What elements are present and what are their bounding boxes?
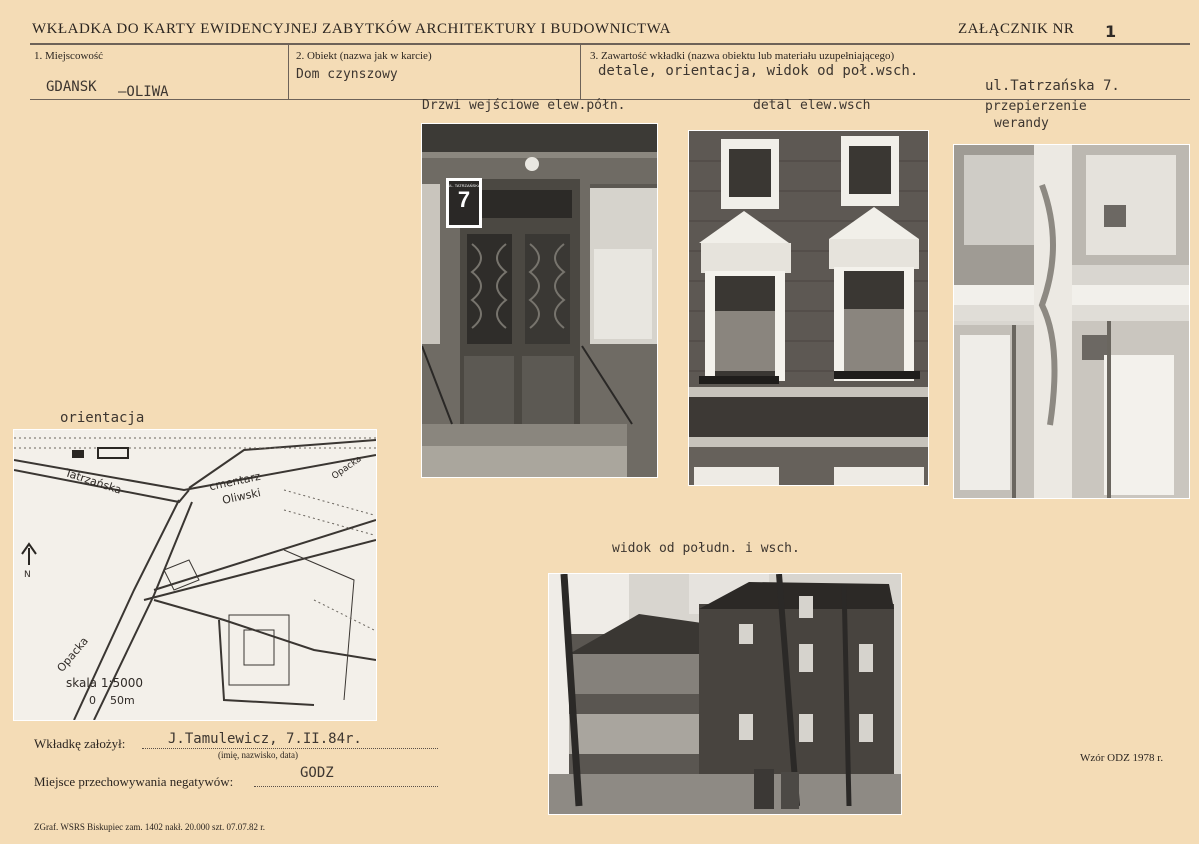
founded-value: J.Tamulewicz, 7.II.84r. bbox=[168, 731, 362, 747]
map-scale-bar: 0 50m bbox=[89, 694, 135, 707]
photo-veranda-partition bbox=[954, 145, 1189, 498]
contents-value: detale, orientacja, widok od poł.wsch. bbox=[598, 63, 919, 79]
photo-entrance-door: UL. TATRZAŃSKA 7 bbox=[422, 124, 657, 477]
form-title: WKŁADKA DO KARTY EWIDENCYJNEJ ZABYTKÓW A… bbox=[32, 21, 671, 37]
photo3-caption-line1: przepierzenie bbox=[985, 99, 1087, 114]
field-divider-1 bbox=[288, 45, 289, 99]
form-pattern: Wzór ODZ 1978 r. bbox=[1080, 752, 1164, 764]
address-value: ul.Tatrzańska 7. bbox=[985, 78, 1120, 94]
locality-label: 1. Miejscowość bbox=[34, 50, 104, 62]
locality-value-district: –OLIWA bbox=[118, 84, 169, 100]
photo2-caption: detal elew.wsch bbox=[753, 98, 871, 113]
field-divider-2 bbox=[580, 45, 581, 99]
orientation-map: Tatrzańska cmentarz Oliwski Opacka Opack… bbox=[14, 430, 376, 720]
locality-value-city: GDANSK bbox=[46, 79, 97, 95]
object-value: Dom czynszowy bbox=[296, 67, 398, 82]
annex-label: ZAŁĄCZNIK NR bbox=[958, 21, 1075, 37]
photo4-caption: widok od połudn. i wsch. bbox=[612, 541, 800, 556]
object-label: 2. Obiekt (nazwa jak w karcie) bbox=[296, 50, 432, 62]
storage-dotted-line bbox=[254, 786, 438, 787]
photo-east-facade-detail bbox=[689, 131, 928, 485]
map-caption: orientacja bbox=[60, 410, 145, 426]
annex-number: 1 bbox=[1105, 22, 1117, 41]
contents-label: 3. Zawartość wkładki (nazwa obiektu lub … bbox=[590, 50, 895, 62]
founded-dotted-line bbox=[142, 748, 438, 749]
header-rule-top bbox=[30, 43, 1190, 45]
photo1-caption: Drzwi wejściowe elew.półn. bbox=[422, 98, 626, 113]
storage-value: GODZ bbox=[300, 765, 334, 781]
storage-label: Miejsce przechowywania negatywów: bbox=[34, 774, 234, 789]
photo3-caption-line2: werandy bbox=[994, 116, 1049, 131]
door-number-sign: UL. TATRZAŃSKA 7 bbox=[447, 183, 481, 212]
map-scale: skala 1:5000 bbox=[66, 676, 144, 690]
founded-hint: (imię, nazwisko, data) bbox=[218, 750, 298, 760]
founded-label: Wkładkę założył: bbox=[34, 736, 126, 751]
printer-imprint: ZGraf. WSRS Biskupiec zam. 1402 nakł. 20… bbox=[34, 822, 266, 832]
map-north-label: N bbox=[24, 570, 31, 580]
photo-south-east-view bbox=[549, 574, 901, 814]
